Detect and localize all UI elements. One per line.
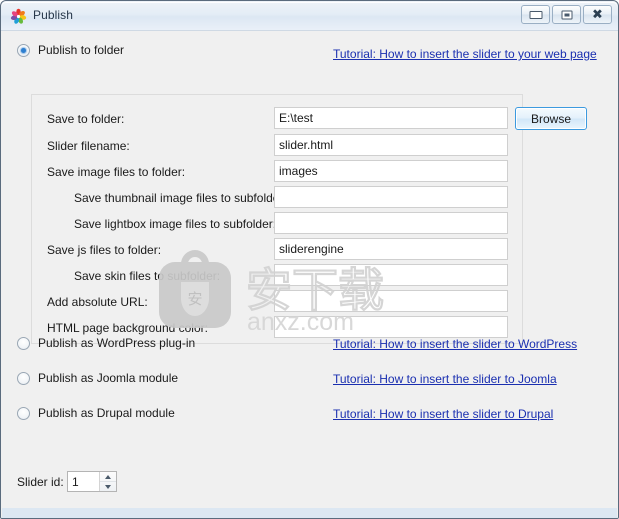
radio-label-joomla: Publish as Joomla module (38, 371, 179, 385)
radio-option-wordpress[interactable]: Publish as WordPress plug-in (17, 336, 195, 350)
slider-id-stepper[interactable] (67, 471, 117, 492)
dialog-bottom-strip (2, 508, 617, 518)
spinner-up-icon[interactable] (100, 472, 116, 482)
browse-button[interactable]: Browse (515, 107, 587, 130)
field-label-slider-filename: Slider filename: (47, 139, 130, 153)
field-label-background-color: HTML page background color: (47, 321, 208, 335)
input-save-to-folder[interactable] (274, 107, 508, 129)
spinner-down-icon[interactable] (100, 482, 116, 491)
input-absolute-url[interactable] (274, 290, 508, 312)
maximize-icon (561, 10, 572, 19)
tutorial-link-wordpress[interactable]: Tutorial: How to insert the slider to Wo… (333, 337, 577, 351)
field-label-thumbnail-subfolder: Save thumbnail image files to subfolder: (74, 191, 287, 205)
radio-label-wordpress: Publish as WordPress plug-in (38, 336, 196, 350)
radio-label-drupal: Publish as Drupal module (38, 406, 175, 420)
input-lightbox-subfolder[interactable] (274, 212, 508, 234)
slider-id-input[interactable] (68, 472, 100, 491)
field-row-skin-subfolder: Save skin files to subfolder: (1, 264, 618, 290)
field-row-thumbnail-subfolder: Save thumbnail image files to subfolder: (1, 186, 618, 212)
field-row-lightbox-subfolder: Save lightbox image files to subfolder: (1, 212, 618, 238)
input-thumbnail-subfolder[interactable] (274, 186, 508, 208)
field-row-slider-filename: Slider filename: (1, 134, 618, 160)
tutorial-link-web-page[interactable]: Tutorial: How to insert the slider to yo… (333, 47, 597, 61)
radio-indicator-wordpress (17, 336, 30, 350)
field-label-skin-subfolder: Save skin files to subfolder: (74, 269, 221, 283)
field-row-save-image-files: Save image files to folder: (1, 160, 618, 186)
window-controls: ✖ (521, 5, 612, 24)
field-label-save-image-files: Save image files to folder: (47, 165, 186, 179)
publish-dialog-window: Publish ✖ Publish to folder Tutorial: Ho… (0, 0, 619, 519)
field-label-save-js-files: Save js files to folder: (47, 243, 162, 257)
close-button[interactable]: ✖ (583, 5, 612, 24)
slider-id-label: Slider id: (17, 475, 64, 489)
input-save-js-files[interactable] (274, 238, 508, 260)
window-title: Publish (33, 8, 74, 22)
dialog-body: Publish to folder Tutorial: How to inser… (1, 31, 618, 518)
field-label-absolute-url: Add absolute URL: (47, 295, 148, 309)
radio-option-drupal[interactable]: Publish as Drupal module (17, 406, 175, 420)
minimize-icon (529, 10, 542, 19)
pinwheel-icon (10, 8, 27, 24)
radio-indicator-joomla (17, 371, 30, 385)
radio-indicator-folder (17, 43, 30, 57)
field-label-lightbox-subfolder: Save lightbox image files to subfolder: (74, 217, 277, 231)
slider-id-spin-buttons (99, 472, 116, 491)
field-row-save-js-files: Save js files to folder: (1, 238, 618, 264)
input-slider-filename[interactable] (274, 134, 508, 156)
titlebar: Publish ✖ (1, 1, 618, 31)
radio-option-joomla[interactable]: Publish as Joomla module (17, 371, 178, 385)
radio-label-folder: Publish to folder (38, 43, 125, 57)
input-save-image-files[interactable] (274, 160, 508, 182)
input-skin-subfolder[interactable] (274, 264, 508, 286)
tutorial-link-joomla[interactable]: Tutorial: How to insert the slider to Jo… (333, 372, 557, 386)
input-background-color[interactable] (274, 316, 508, 338)
radio-option-publish-to-folder[interactable]: Publish to folder (17, 43, 124, 57)
close-icon: ✖ (592, 7, 603, 22)
radio-indicator-drupal (17, 406, 30, 420)
field-row-absolute-url: Add absolute URL: (1, 290, 618, 316)
field-label-save-to-folder: Save to folder: (47, 112, 125, 126)
minimize-button[interactable] (521, 5, 550, 24)
maximize-button[interactable] (552, 5, 581, 24)
tutorial-link-drupal[interactable]: Tutorial: How to insert the slider to Dr… (333, 407, 553, 421)
